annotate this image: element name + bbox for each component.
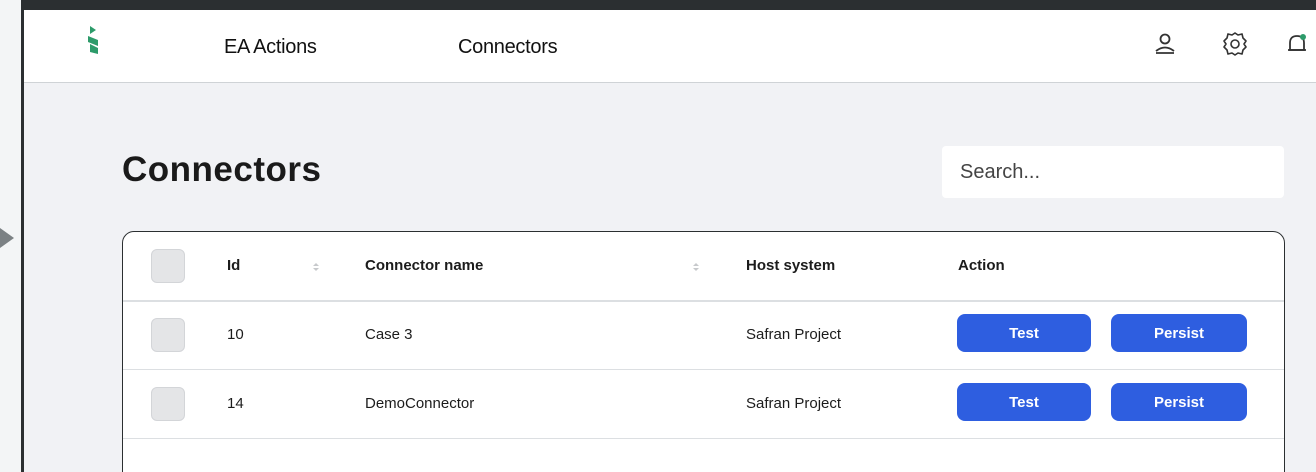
sort-icon[interactable]: [693, 263, 699, 271]
persist-button[interactable]: Persist: [1111, 383, 1247, 421]
row-checkbox[interactable]: [151, 387, 185, 421]
nav-link-ea-actions[interactable]: EA Actions: [224, 36, 317, 59]
test-button[interactable]: Test: [957, 383, 1091, 421]
cell-id: 14: [227, 395, 244, 412]
cell-connector-name: Case 3: [365, 326, 413, 343]
sort-icon[interactable]: [313, 263, 319, 271]
table-row: 10 Case 3 Safran Project Test Persist: [123, 301, 1284, 370]
bell-icon[interactable]: [1282, 29, 1312, 59]
column-header-connector-name[interactable]: Connector name: [365, 257, 483, 274]
column-header-id[interactable]: Id: [227, 257, 240, 274]
cell-host-system: Safran Project: [746, 395, 842, 412]
app-window: EA Actions Connectors Connectors Id Conn: [21, 0, 1316, 472]
search-input[interactable]: [942, 146, 1284, 198]
table-row: 14 DemoConnector Safran Project Test Per…: [123, 370, 1284, 439]
user-icon[interactable]: [1150, 29, 1180, 59]
column-header-host-system: Host system: [746, 257, 836, 274]
app-logo-icon[interactable]: [86, 26, 104, 54]
cell-id: 10: [227, 326, 244, 343]
gear-icon[interactable]: [1220, 29, 1250, 59]
nav-link-connectors[interactable]: Connectors: [458, 36, 558, 59]
cell-host-system: Safran Project: [746, 326, 842, 343]
row-checkbox[interactable]: [151, 318, 185, 352]
left-edge-strip: [0, 0, 21, 472]
persist-button[interactable]: Persist: [1111, 314, 1247, 352]
cell-connector-name: DemoConnector: [365, 395, 475, 412]
page-title: Connectors: [122, 150, 322, 189]
column-header-action: Action: [958, 257, 1005, 274]
test-button[interactable]: Test: [957, 314, 1091, 352]
top-nav-bar: EA Actions Connectors: [24, 10, 1316, 83]
collapse-arrow-icon[interactable]: [0, 228, 14, 248]
select-all-checkbox[interactable]: [151, 249, 185, 283]
connectors-table: Id Connector name Host system Action 10 …: [122, 231, 1285, 472]
table-header-row: Id Connector name Host system Action: [123, 232, 1284, 302]
